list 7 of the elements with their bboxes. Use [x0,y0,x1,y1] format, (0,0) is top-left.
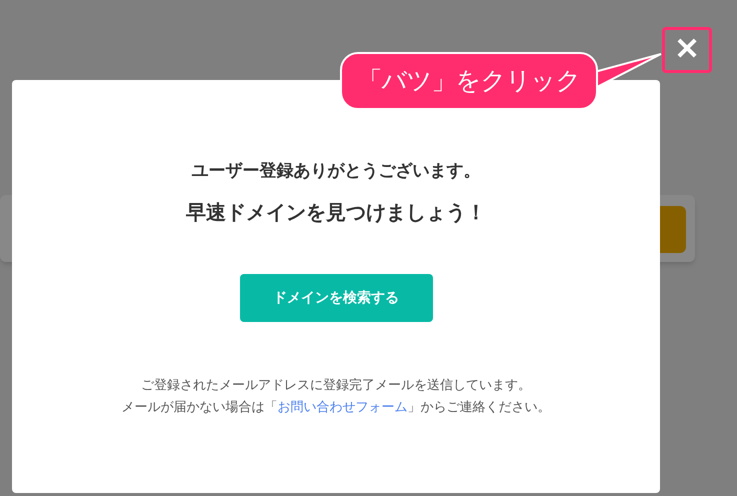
notice-text: ご登録されたメールアドレスに登録完了メールを送信しています。 [141,376,531,394]
modal-heading: ユーザー登録ありがとうございます。 [192,160,480,182]
contact-form-link[interactable]: お問い合わせフォーム [278,398,408,414]
close-button[interactable]: ✕ [662,27,712,73]
search-domain-button[interactable]: ドメインを検索する [240,274,432,322]
notice-text: メールが届かない場合は「お問い合わせフォーム」からご連絡ください。 [122,398,550,416]
modal-subheading: 早速ドメインを見つけましょう！ [186,200,486,226]
